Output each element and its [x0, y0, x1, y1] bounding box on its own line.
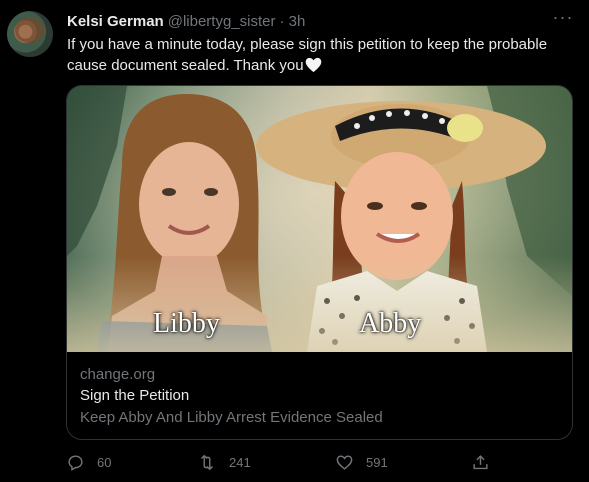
retweet-button[interactable]: 241: [197, 450, 251, 474]
reply-count: 60: [97, 454, 112, 470]
card-body[interactable]: change.org Sign the Petition Keep Abby A…: [67, 352, 572, 439]
action-bar: 60 241 591: [0, 450, 589, 474]
card-title: Sign the Petition: [80, 387, 190, 404]
image-caption-right: Abby: [359, 308, 422, 339]
card-image[interactable]: Libby Abby: [67, 86, 572, 352]
like-button[interactable]: 591: [335, 450, 388, 474]
share-button[interactable]: [471, 450, 490, 474]
display-name[interactable]: Kelsi German: [67, 13, 164, 30]
image-caption-left: Libby: [153, 308, 220, 339]
white-heart-emoji: [305, 57, 322, 79]
handle[interactable]: @libertyg_sister: [168, 13, 276, 30]
more-icon[interactable]: ···: [552, 8, 574, 30]
tweet-text: If you have a minute today, please sign …: [67, 34, 567, 79]
reply-button[interactable]: 60: [66, 450, 111, 474]
card-domain: change.org: [80, 366, 156, 383]
avatar[interactable]: [7, 11, 53, 57]
share-icon: [471, 453, 490, 472]
reply-icon: [66, 453, 85, 472]
tweet-header: Kelsi German @libertyg_sister · 3h: [67, 11, 305, 31]
retweet-count: 241: [229, 454, 251, 470]
tweet[interactable]: Kelsi German @libertyg_sister · 3h ··· I…: [0, 0, 589, 482]
link-card[interactable]: Libby Abby change.org Sign the Petition …: [66, 85, 573, 440]
retweet-icon: [197, 453, 217, 472]
heart-icon: [335, 453, 354, 472]
timestamp[interactable]: · 3h: [279, 13, 305, 30]
card-description: Keep Abby And Libby Arrest Evidence Seal…: [80, 409, 383, 426]
like-count: 591: [366, 454, 388, 470]
